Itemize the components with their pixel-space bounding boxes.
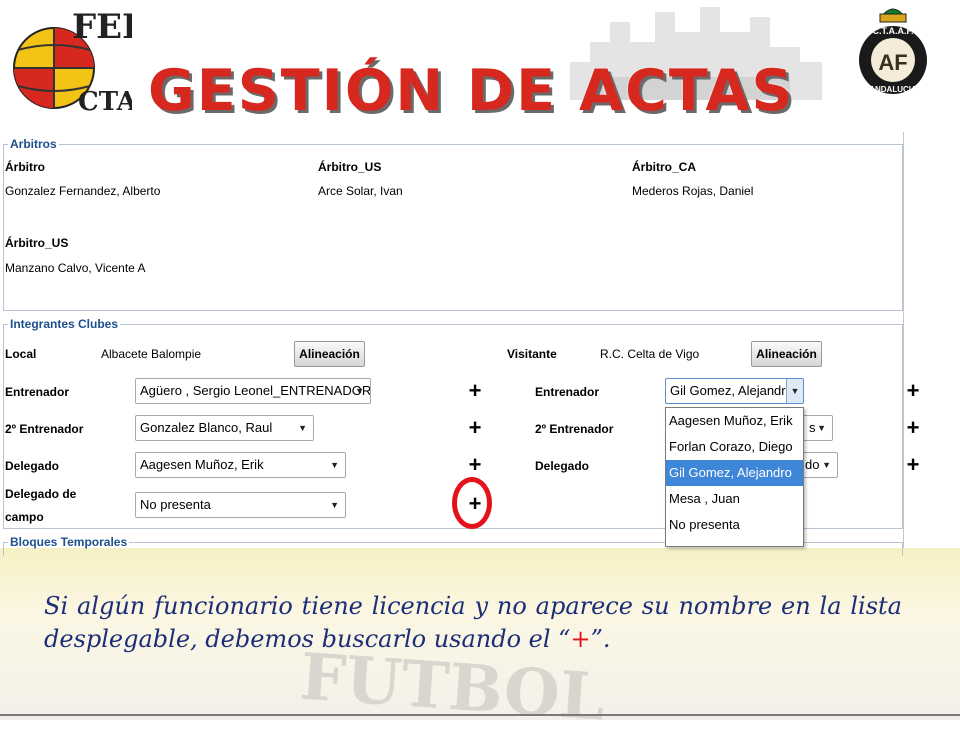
visitante-delegado-add-button[interactable]: +: [903, 454, 923, 476]
chevron-down-icon: ▼: [822, 460, 831, 470]
local-segundo-add-button[interactable]: +: [465, 417, 485, 439]
visitante-entrenador-select[interactable]: Gil Gomez, Alejandro ▼: [665, 378, 804, 404]
arbitro-us2-value: Manzano Calvo, Vicente A: [5, 261, 146, 275]
dropdown-option[interactable]: No presenta: [666, 512, 803, 538]
ctaa-logo-icon: C.T.A.A.F. ANDALUCIA AF: [859, 8, 927, 94]
chevron-down-icon: ▼: [298, 423, 307, 433]
local-delegado-campo-label-2: campo: [5, 510, 44, 524]
svg-text:CTA: CTA: [78, 87, 132, 117]
page-title: GESTIÓN DE ACTAS: [148, 58, 795, 124]
local-delegado-select[interactable]: Aagesen Muñoz, Erik ▼: [135, 452, 346, 478]
visitante-entrenador-value: Gil Gomez, Alejandro: [670, 383, 793, 398]
visitante-alineacion-button[interactable]: Alineación: [751, 341, 822, 367]
local-entrenador-select[interactable]: Agüero , Sergio Leonel_ENTRENADOR ▼: [135, 378, 371, 404]
entrenador-dropdown-list[interactable]: Aagesen Muñoz, Erik Forlan Corazo, Diego…: [665, 407, 804, 547]
visitante-segundo-label: 2º Entrenador: [535, 422, 614, 436]
svg-text:FEF: FEF: [72, 7, 132, 47]
local-segundo-value: Gonzalez Blanco, Raul: [140, 420, 273, 435]
local-delegado-value: Aagesen Muñoz, Erik: [140, 457, 264, 472]
dropdown-option[interactable]: Aagesen Muñoz, Erik: [666, 408, 803, 434]
highlight-circle: [452, 477, 492, 529]
arbitro-us2-label: Árbitro_US: [5, 236, 69, 250]
local-team: Albacete Balompie: [101, 347, 202, 361]
local-segundo-label: 2º Entrenador: [5, 422, 84, 436]
local-delegado-campo-value: No presenta: [140, 497, 211, 512]
visitante-delegado-label: Delegado: [535, 459, 590, 473]
clubes-legend: Integrantes Clubes: [10, 317, 119, 331]
local-delegado-campo-label-1: Delegado de: [5, 487, 77, 501]
arbitro-us-value: Arce Solar, Ivan: [318, 184, 403, 198]
caption-text: Si algún funcionario tiene licencia y no…: [44, 592, 902, 653]
local-entrenador-value: Agüero , Sergio Leonel_ENTRENADOR: [140, 383, 371, 398]
local-segundo-select[interactable]: Gonzalez Blanco, Raul ▼: [135, 415, 314, 441]
svg-text:AF: AF: [878, 50, 907, 75]
local-delegado-label: Delegado: [5, 459, 60, 473]
visitante-team: R.C. Celta de Vigo: [600, 347, 700, 361]
chevron-down-icon[interactable]: ▼: [786, 379, 803, 403]
bloques-legend: Bloques Temporales: [10, 535, 128, 549]
local-alineacion-button[interactable]: Alineación: [294, 341, 365, 367]
visitante-delegado-value: do: [805, 457, 820, 472]
local-delegado-add-button[interactable]: +: [465, 454, 485, 476]
dropdown-option-selected[interactable]: Gil Gomez, Alejandro: [666, 460, 803, 486]
arbitro-us-label: Árbitro_US: [318, 160, 382, 174]
visitante-entrenador-label: Entrenador: [535, 385, 600, 399]
bottom-rule: [0, 714, 960, 716]
svg-text:C.T.A.A.F.: C.T.A.A.F.: [872, 26, 913, 36]
arbitro-label: Árbitro: [5, 160, 45, 174]
local-entrenador-add-button[interactable]: +: [465, 380, 485, 402]
arbitro-value: Gonzalez Fernandez, Alberto: [5, 184, 161, 198]
visitante-segundo-add-button[interactable]: +: [903, 417, 923, 439]
arbitros-fieldset: Arbitros: [3, 137, 903, 311]
visitante-segundo-value: s: [809, 420, 816, 435]
chevron-down-icon: ▼: [330, 460, 339, 470]
dropdown-option[interactable]: Mesa , Juan: [666, 486, 803, 512]
arbitro-ca-value: Mederos Rojas, Daniel: [632, 184, 754, 198]
arbitros-legend: Arbitros: [10, 137, 57, 151]
slide-header: FEF CTA C.T.A.A.F. ANDALUCIA AF GESTIÓN …: [0, 0, 960, 132]
visitante-entrenador-add-button[interactable]: +: [903, 380, 923, 402]
svg-text:ANDALUCIA: ANDALUCIA: [869, 85, 917, 94]
local-entrenador-label: Entrenador: [5, 385, 70, 399]
caption-plus: +: [570, 625, 591, 653]
chevron-down-icon: ▼: [817, 423, 826, 433]
instruction-caption: Si algún funcionario tiene licencia y no…: [44, 590, 902, 656]
rfef-logo-icon: FEF CTA: [13, 7, 132, 117]
chevron-down-icon: ▼: [330, 500, 339, 510]
local-label: Local: [5, 347, 37, 361]
panel-divider: [903, 132, 904, 548]
arbitro-ca-label: Árbitro_CA: [632, 160, 697, 174]
local-delegado-campo-select[interactable]: No presenta ▼: [135, 492, 346, 518]
dropdown-option[interactable]: Forlan Corazo, Diego: [666, 434, 803, 460]
chevron-down-icon: ▼: [355, 386, 364, 396]
caption-text-end: ”.: [590, 625, 611, 653]
visitante-label: Visitante: [507, 347, 557, 361]
